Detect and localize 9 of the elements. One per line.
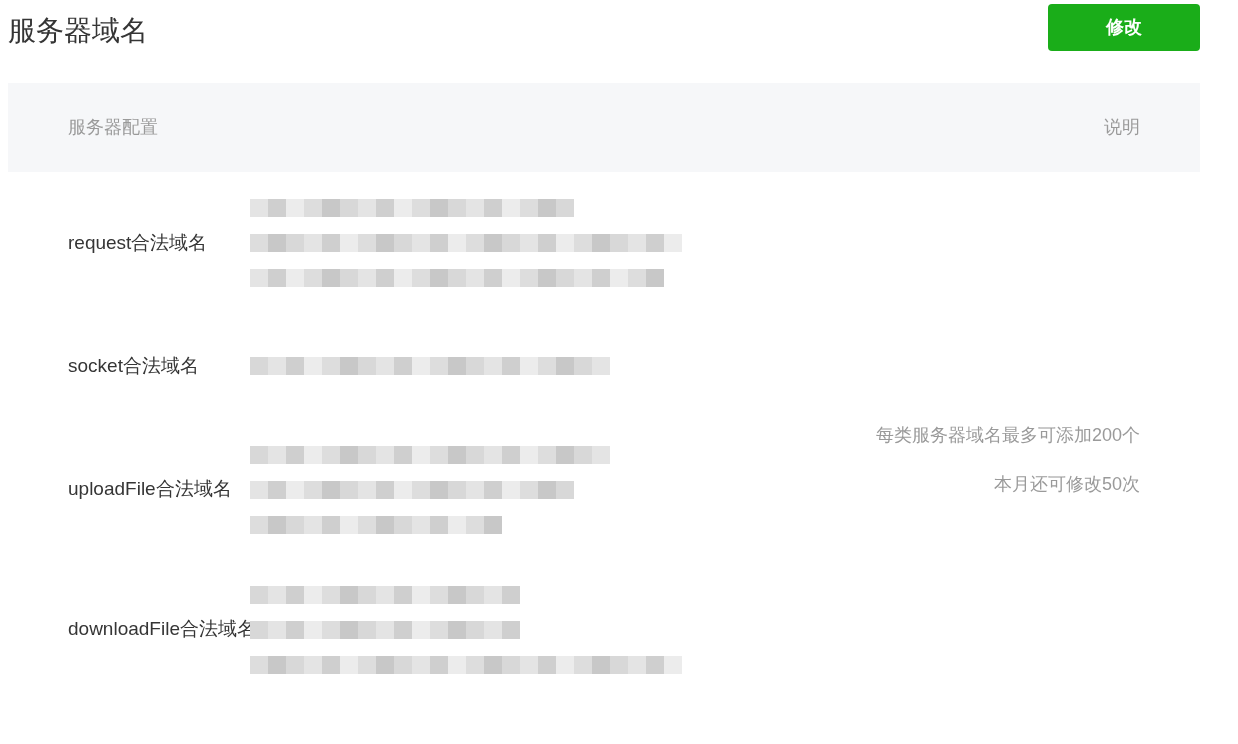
row-label: request合法域名 — [67, 230, 209, 255]
column-header: 服务器配置 — [68, 116, 158, 139]
page-title: 服务器域名 — [8, 14, 148, 48]
note-text: 每类服务器域名最多可添加200个 — [875, 424, 1140, 447]
edit-button[interactable]: 修改 — [1048, 4, 1200, 51]
column-header: 说明 — [1104, 116, 1140, 139]
row-label: uploadFile合法域名 — [67, 477, 233, 502]
row-label: socket合法域名 — [67, 354, 200, 378]
note-text: 本月还可修改50次 — [993, 473, 1140, 496]
